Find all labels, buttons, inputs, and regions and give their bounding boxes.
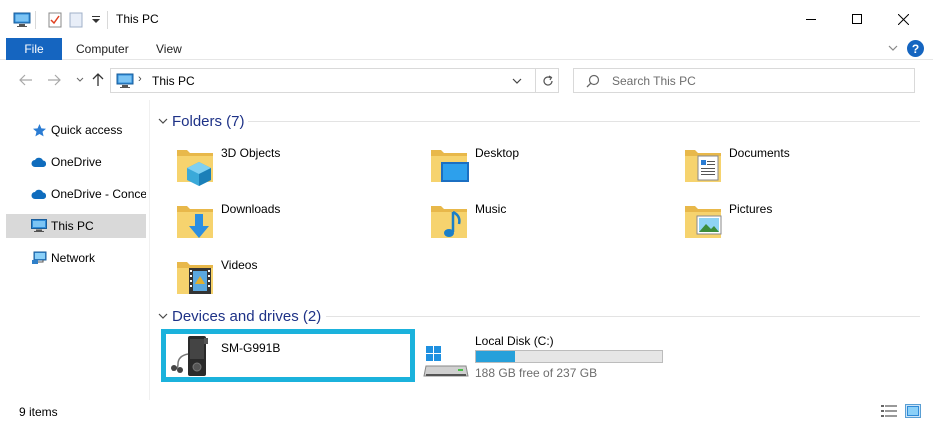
folder-name: 3D Objects bbox=[221, 146, 281, 160]
item-count: 9 items bbox=[19, 405, 58, 419]
navigation-pane: Quick access OneDrive OneDrive - Conce T… bbox=[0, 100, 150, 400]
window-title: This PC bbox=[116, 12, 159, 26]
large-icons-view-icon[interactable] bbox=[905, 404, 921, 418]
folders-group-header[interactable]: Folders (7) bbox=[158, 111, 245, 131]
breadcrumb-this-pc[interactable]: This PC bbox=[152, 74, 195, 88]
computer-icon[interactable] bbox=[12, 10, 32, 30]
tab-computer[interactable]: Computer bbox=[76, 38, 129, 60]
folder-desktop[interactable]: Desktop bbox=[413, 140, 653, 192]
3d-objects-folder-icon bbox=[175, 142, 215, 186]
tab-file[interactable]: File bbox=[6, 38, 62, 60]
folder-name: Videos bbox=[221, 258, 258, 272]
drive-free-space: 188 GB free of 237 GB bbox=[475, 366, 598, 380]
computer-icon bbox=[116, 73, 134, 92]
recent-locations-chevron-icon[interactable] bbox=[70, 70, 90, 90]
group-divider bbox=[326, 316, 920, 317]
search-icon bbox=[586, 74, 600, 91]
sidebar-item-label: OneDrive bbox=[51, 155, 102, 169]
collapse-chevron-icon[interactable] bbox=[158, 118, 170, 125]
tab-view[interactable]: View bbox=[156, 38, 182, 60]
documents-folder-icon bbox=[683, 142, 723, 186]
close-button[interactable] bbox=[880, 0, 926, 38]
refresh-button[interactable] bbox=[535, 69, 559, 92]
sidebar-item-label: This PC bbox=[51, 219, 94, 233]
folders-group-title: Folders (7) bbox=[172, 112, 245, 130]
expand-ribbon-chevron-icon[interactable] bbox=[886, 41, 900, 55]
group-divider bbox=[248, 121, 920, 122]
sidebar-item-onedrive-business[interactable]: OneDrive - Conce bbox=[6, 182, 146, 206]
maximize-button[interactable] bbox=[834, 0, 880, 38]
help-icon[interactable]: ? bbox=[907, 40, 924, 57]
customize-toolbar-chevron-icon[interactable] bbox=[86, 10, 106, 30]
selection-highlight bbox=[161, 329, 415, 382]
devices-group-title: Devices and drives (2) bbox=[172, 307, 322, 325]
up-button[interactable] bbox=[88, 70, 108, 90]
pictures-folder-icon bbox=[683, 198, 723, 242]
title-divider bbox=[107, 11, 108, 29]
folder-name: Music bbox=[475, 202, 507, 216]
folder-downloads[interactable]: Downloads bbox=[159, 196, 399, 248]
drive-usage-fill bbox=[476, 351, 515, 362]
folder-pictures[interactable]: Pictures bbox=[667, 196, 907, 248]
properties-icon[interactable] bbox=[45, 10, 65, 30]
drive-name: Local Disk (C:) bbox=[475, 334, 554, 348]
folder-3d-objects[interactable]: 3D Objects bbox=[159, 140, 399, 192]
folder-name: Pictures bbox=[729, 202, 773, 216]
folder-videos[interactable]: Videos bbox=[159, 252, 399, 304]
sidebar-item-label: OneDrive - Conce bbox=[51, 187, 146, 201]
forward-button[interactable] bbox=[44, 70, 64, 90]
new-folder-icon[interactable] bbox=[66, 10, 86, 30]
minimize-button[interactable] bbox=[788, 0, 834, 38]
search-input[interactable] bbox=[612, 72, 902, 89]
collapse-chevron-icon[interactable] bbox=[158, 313, 170, 320]
computer-icon bbox=[31, 218, 47, 234]
address-bar[interactable]: › This PC bbox=[110, 68, 559, 93]
cloud-icon bbox=[31, 186, 47, 202]
sidebar-item-onedrive[interactable]: OneDrive bbox=[6, 150, 146, 174]
folder-name: Desktop bbox=[475, 146, 520, 160]
folder-music[interactable]: Music bbox=[413, 196, 653, 248]
folder-name: Downloads bbox=[221, 202, 281, 216]
folder-documents[interactable]: Documents bbox=[667, 140, 907, 192]
search-box[interactable] bbox=[573, 68, 915, 93]
sidebar-item-label: Network bbox=[51, 251, 96, 265]
title-bar: This PC bbox=[0, 0, 933, 38]
sidebar-item-network[interactable]: Network bbox=[6, 246, 146, 270]
ribbon: File Computer View ? bbox=[0, 38, 933, 60]
navigation-bar: › This PC bbox=[0, 60, 933, 100]
breadcrumb-chevron-icon[interactable]: › bbox=[138, 73, 142, 85]
desktop-folder-icon bbox=[429, 142, 469, 186]
title-divider bbox=[35, 11, 36, 29]
sidebar-item-label: Quick access bbox=[51, 123, 123, 137]
drive-usage-bar bbox=[475, 350, 663, 363]
status-bar: 9 items bbox=[0, 400, 933, 428]
sidebar-item-quick-access[interactable]: Quick access bbox=[6, 118, 146, 142]
folder-name: Documents bbox=[729, 146, 790, 160]
downloads-folder-icon bbox=[175, 198, 215, 242]
pane-divider bbox=[149, 100, 150, 400]
details-view-icon[interactable] bbox=[881, 404, 897, 418]
devices-group-header[interactable]: Devices and drives (2) bbox=[158, 306, 321, 326]
hard-drive-icon bbox=[422, 344, 470, 380]
sidebar-item-this-pc[interactable]: This PC bbox=[6, 214, 146, 238]
music-folder-icon bbox=[429, 198, 469, 242]
network-icon bbox=[31, 250, 47, 266]
videos-folder-icon bbox=[175, 254, 215, 298]
cloud-icon bbox=[31, 154, 47, 170]
star-icon bbox=[31, 122, 47, 138]
back-button[interactable] bbox=[16, 70, 36, 90]
address-dropdown-chevron-icon[interactable] bbox=[508, 72, 526, 90]
